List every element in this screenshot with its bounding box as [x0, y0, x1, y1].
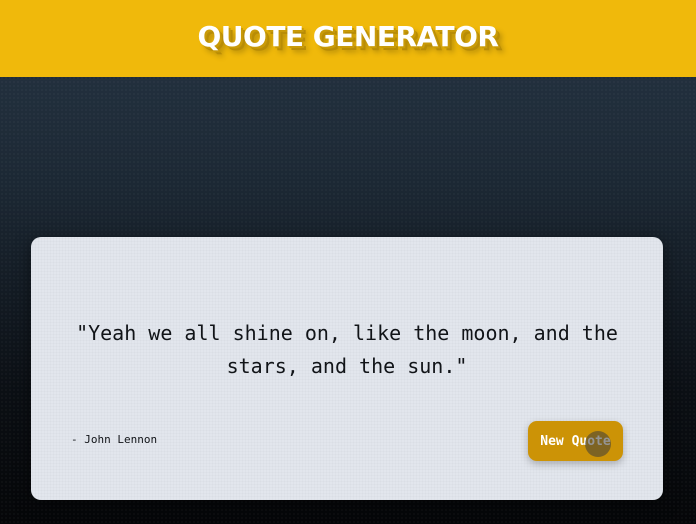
- quote-text: "Yeah we all shine on, like the moon, an…: [76, 321, 618, 378]
- quote-author: - John Lennon: [71, 433, 158, 446]
- quote-card: "Yeah we all shine on, like the moon, an…: [31, 237, 663, 500]
- app-title: QUOTE GENERATOR: [197, 20, 499, 53]
- new-quote-button[interactable]: New Quote: [528, 421, 623, 461]
- app-header: QUOTE GENERATOR: [0, 0, 696, 77]
